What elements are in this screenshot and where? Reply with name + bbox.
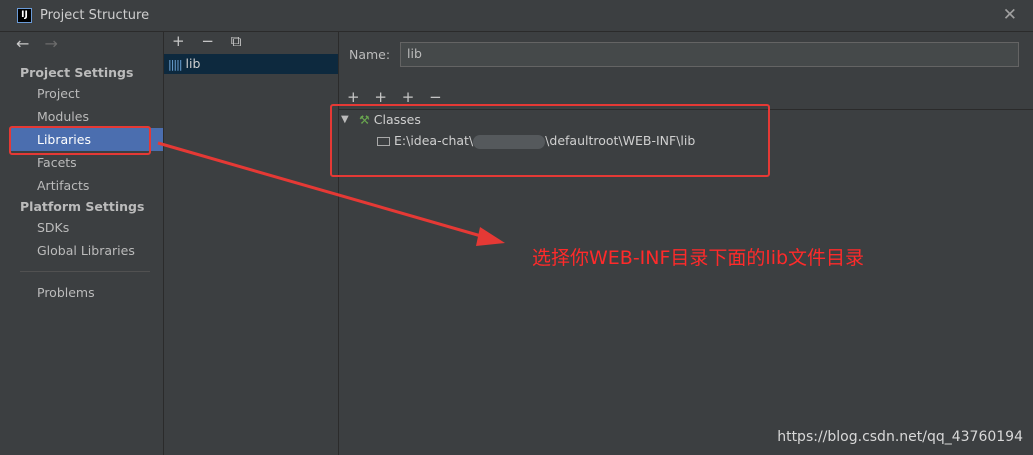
annotation-arrow <box>157 141 505 246</box>
watermark: https://blog.csdn.net/qq_43760194 <box>777 429 1023 445</box>
annotation-text: 选择你WEB-INF目录下面的lib文件目录 <box>532 247 865 269</box>
